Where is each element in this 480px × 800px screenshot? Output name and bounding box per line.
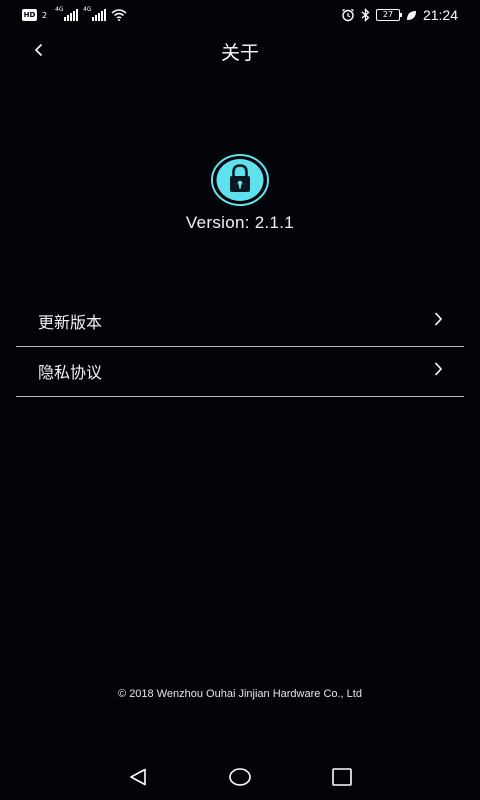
nav-home-button[interactable]	[228, 766, 252, 788]
lock-icon	[211, 154, 269, 206]
copyright-text: © 2018 Wenzhou Ouhai Jinjian Hardware Co…	[118, 688, 362, 700]
nav-back-button[interactable]	[126, 766, 150, 788]
nav-recent-button[interactable]	[330, 766, 354, 788]
app-logo	[210, 153, 270, 207]
status-time: 21:24	[422, 7, 458, 23]
hd-badge: HD	[22, 9, 37, 21]
sim1-number: 2	[42, 10, 48, 20]
nav-back-icon	[130, 768, 146, 786]
menu-item-label: 更新版本	[38, 313, 103, 332]
version-text: Version: 2.1.1	[185, 213, 295, 232]
wifi-icon	[111, 9, 127, 21]
sim1-signal-icon: 4G	[55, 6, 79, 21]
battery-icon: 27	[375, 9, 402, 21]
sim2-network-label: 4G	[83, 6, 92, 13]
menu-item-label: 隐私协议	[38, 363, 103, 382]
bluetooth-icon	[361, 8, 370, 22]
sim1-network-label: 4G	[55, 6, 64, 13]
status-bar: HD 2 4G 4G 27 21:24	[0, 0, 480, 30]
sim2-signal-icon: 4G	[83, 6, 107, 21]
menu-item-update-version[interactable]: 更新版本	[16, 293, 464, 347]
system-nav-bar	[0, 752, 480, 800]
leaf-icon	[406, 10, 417, 21]
menu-item-privacy-policy[interactable]: 隐私协议	[16, 343, 464, 397]
nav-home-icon	[229, 768, 251, 786]
chevron-right-icon	[434, 312, 443, 326]
alarm-icon	[341, 8, 355, 22]
status-bar-left: HD 2 4G 4G	[22, 6, 127, 23]
nav-recent-icon	[332, 768, 352, 786]
status-bar-right: 27 21:24	[341, 6, 458, 24]
about-screen: HD 2 4G 4G 27 21:24 关于 Version: 2.1.1 更新…	[0, 0, 480, 800]
page-title: 关于	[220, 42, 259, 64]
chevron-right-icon	[434, 362, 443, 376]
